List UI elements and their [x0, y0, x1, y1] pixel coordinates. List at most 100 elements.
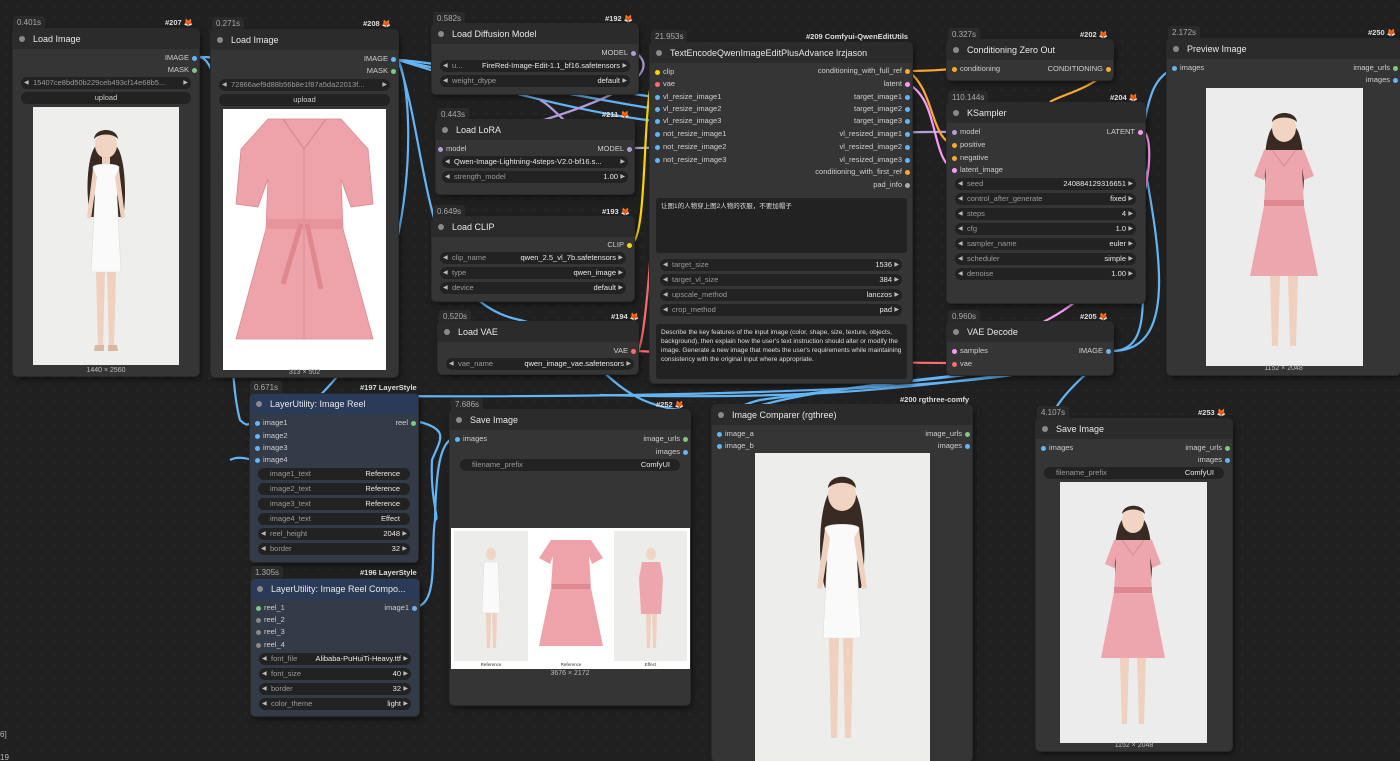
- steps-input[interactable]: steps 4: [955, 208, 1136, 220]
- input-vl-resize-image2[interactable]: vl_resize_image2: [653, 103, 721, 115]
- border-input[interactable]: border 32: [259, 683, 411, 695]
- output-conditioning[interactable]: CONDITIONING: [1048, 63, 1113, 75]
- input-images[interactable]: images: [1170, 62, 1204, 74]
- input-vl-resize-image1[interactable]: vl_resize_image1: [653, 91, 721, 103]
- node-load-vae[interactable]: Load VAE VAE vae_name qwen_image_vae.safe…: [438, 322, 638, 374]
- vae-name-select[interactable]: vae_name qwen_image_vae.safetensors: [446, 358, 634, 370]
- collapse-dot-icon[interactable]: [1173, 46, 1179, 52]
- input-not-resize-image2[interactable]: not_resize_image2: [653, 141, 726, 153]
- node-conditioning-zero-out[interactable]: Conditioning Zero Out conditioning CONDI…: [947, 40, 1113, 80]
- output-image-urls[interactable]: image_urls: [925, 428, 972, 440]
- output-image[interactable]: IMAGE: [1079, 345, 1113, 357]
- input-image4[interactable]: image4: [253, 454, 288, 466]
- node-image-reel-composit[interactable]: LayerUtility: Image Reel Compo... reel_1…: [251, 579, 419, 716]
- output-vl-resized-image2[interactable]: vl_resized_image2: [839, 141, 912, 153]
- prompt-textarea[interactable]: 让图1的人物穿上图2人物的衣服，不要加帽子: [656, 198, 907, 253]
- output-image1[interactable]: image1: [384, 602, 419, 614]
- collapse-dot-icon[interactable]: [953, 110, 959, 116]
- collapse-dot-icon[interactable]: [438, 224, 444, 230]
- crop-method-select[interactable]: crop_method pad: [660, 304, 902, 316]
- collapse-dot-icon[interactable]: [456, 417, 462, 423]
- upscale-method-select[interactable]: upscale_method lanczos: [660, 289, 902, 301]
- collapse-dot-icon[interactable]: [444, 329, 450, 335]
- output-latent[interactable]: LATENT: [1107, 126, 1145, 138]
- filename-prefix-input[interactable]: filename_prefix ComfyUI: [1044, 467, 1224, 479]
- output-model[interactable]: MODEL: [597, 143, 634, 155]
- node-load-diffusion-model[interactable]: Load Diffusion Model MODEL u... FireRed-I…: [432, 24, 638, 94]
- input-reel-4[interactable]: reel_4: [254, 639, 285, 651]
- seed-input[interactable]: seed 240884129316651: [955, 178, 1136, 190]
- comparer-image[interactable]: [755, 453, 930, 761]
- input-image-b[interactable]: image_b: [715, 440, 754, 452]
- input-images[interactable]: images: [1039, 442, 1073, 454]
- input-images[interactable]: images: [453, 433, 487, 445]
- lora-name-select[interactable]: Qwen-Image-Lightning-4steps-V2.0-bf16.s.…: [442, 156, 628, 168]
- output-images[interactable]: images: [1198, 454, 1232, 466]
- clip-type-select[interactable]: type qwen_image: [440, 267, 626, 279]
- output-target-image2[interactable]: target_image2: [854, 103, 912, 115]
- output-target-image1[interactable]: target_image1: [854, 91, 912, 103]
- input-image2[interactable]: image2: [253, 430, 288, 442]
- color-theme-select[interactable]: color_theme light: [259, 698, 411, 710]
- system-prompt-textarea[interactable]: Describe the key features of the input i…: [656, 324, 907, 379]
- image-file-select[interactable]: 15407ce8bd50b229ceb493cf14e68b5...: [21, 77, 191, 89]
- image2-text-input[interactable]: image2_text Reference: [258, 483, 410, 495]
- border-input[interactable]: border 32: [258, 543, 410, 555]
- collapse-dot-icon[interactable]: [217, 37, 223, 43]
- device-select[interactable]: device default: [440, 282, 626, 294]
- strength-model-input[interactable]: strength_model 1.00: [442, 171, 628, 183]
- node-load-image-207[interactable]: Load Image IMAGE MASK 15407ce8bd50b229ce…: [13, 29, 199, 376]
- target-vl-size-input[interactable]: target_vl_size 384: [660, 274, 902, 286]
- clip-name-select[interactable]: clip_name qwen_2.5_vl_7b.safetensors: [440, 252, 626, 264]
- control-after-generate-select[interactable]: control_after_generate fixed: [955, 193, 1136, 205]
- input-reel-2[interactable]: reel_2: [254, 614, 285, 626]
- output-images[interactable]: images: [938, 440, 972, 452]
- input-model[interactable]: model: [436, 143, 466, 155]
- output-model[interactable]: MODEL: [601, 47, 638, 59]
- input-latent-image[interactable]: latent_image: [950, 164, 1003, 176]
- cfg-input[interactable]: cfg 1.0: [955, 223, 1136, 235]
- collapse-dot-icon[interactable]: [442, 127, 448, 133]
- input-vl-resize-image3[interactable]: vl_resize_image3: [653, 115, 721, 127]
- output-images[interactable]: images: [1366, 74, 1400, 86]
- output-clip[interactable]: CLIP: [607, 239, 634, 251]
- output-conditioning-first-ref[interactable]: conditioning_with_first_ref: [815, 166, 912, 178]
- node-text-encode-qwen[interactable]: TextEncodeQwenImageEditPlusAdvance lrzja…: [650, 43, 912, 383]
- output-image[interactable]: IMAGE: [364, 53, 398, 65]
- output-image-urls[interactable]: image_urls: [1353, 62, 1400, 74]
- output-vl-resized-image3[interactable]: vl_resized_image3: [839, 154, 912, 166]
- output-image[interactable]: IMAGE: [165, 52, 199, 64]
- weight-dtype-select[interactable]: weight_dtype default: [440, 75, 630, 87]
- input-reel-1[interactable]: reel_1: [254, 602, 285, 614]
- font-size-input[interactable]: font_size 40: [259, 668, 411, 680]
- collapse-dot-icon[interactable]: [438, 31, 444, 37]
- input-conditioning[interactable]: conditioning: [950, 63, 1000, 75]
- target-size-input[interactable]: target_size 1536: [660, 259, 902, 271]
- input-image-a[interactable]: image_a: [715, 428, 754, 440]
- image1-text-input[interactable]: image1_text Reference: [258, 468, 410, 480]
- output-conditioning-full-ref[interactable]: conditioning_with_full_ref: [818, 65, 912, 77]
- unet-name-select[interactable]: u... FireRed-Image-Edit-1.1_bf16.safetens…: [440, 60, 630, 72]
- input-samples[interactable]: samples: [950, 345, 988, 357]
- node-vae-decode[interactable]: VAE Decode samples vae IMAGE: [947, 322, 1113, 375]
- input-not-resize-image3[interactable]: not_resize_image3: [653, 154, 726, 166]
- filename-prefix-input[interactable]: filename_prefix ComfyUI: [460, 459, 680, 471]
- image-file-select[interactable]: 72866aef9d88b56b8e1f87a5da22013f...: [219, 79, 390, 91]
- input-model[interactable]: model: [950, 126, 980, 138]
- collapse-dot-icon[interactable]: [1042, 426, 1048, 432]
- output-images[interactable]: images: [656, 446, 690, 458]
- output-vl-resized-image1[interactable]: vl_resized_image1: [839, 128, 912, 140]
- node-ksampler[interactable]: KSampler model positive negative latent_…: [947, 103, 1145, 303]
- font-file-select[interactable]: font_file Alibaba-PuHuiTi-Heavy.ttf: [259, 653, 411, 665]
- collapse-dot-icon[interactable]: [257, 586, 263, 592]
- node-load-lora[interactable]: Load LoRA model MODEL Qwen-Image-Lightni…: [436, 120, 634, 194]
- input-not-resize-image1[interactable]: not_resize_image1: [653, 128, 726, 140]
- output-reel[interactable]: reel: [395, 417, 418, 429]
- collapse-dot-icon[interactable]: [953, 47, 959, 53]
- upload-button[interactable]: upload: [219, 94, 390, 106]
- collapse-dot-icon[interactable]: [256, 401, 262, 407]
- collapse-dot-icon[interactable]: [718, 412, 724, 418]
- reel-height-input[interactable]: reel_height 2048: [258, 528, 410, 540]
- input-image3[interactable]: image3: [253, 442, 288, 454]
- output-mask[interactable]: MASK: [367, 65, 398, 77]
